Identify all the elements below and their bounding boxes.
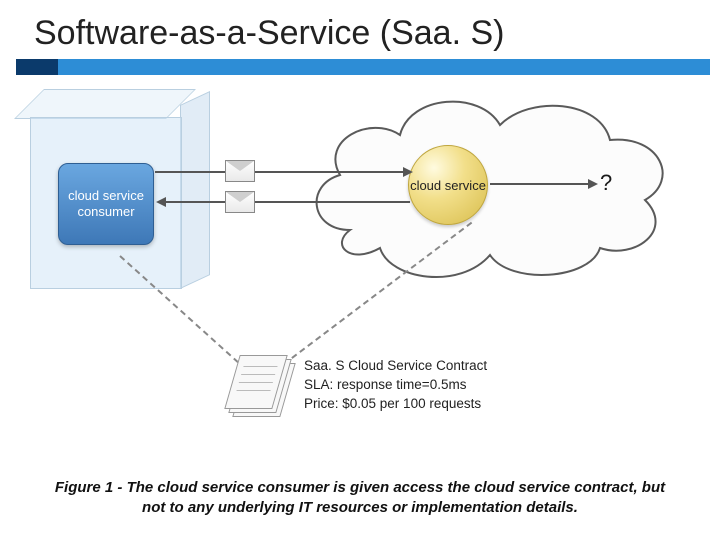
title-rule — [16, 59, 710, 75]
arrowhead-left-icon — [156, 197, 166, 207]
arrow-consumer-to-service — [155, 171, 405, 173]
figure-caption: Figure 1 - The cloud service consumer is… — [0, 478, 720, 519]
envelope-icon — [225, 160, 255, 182]
contract-sla: SLA: response time=0.5ms — [304, 376, 487, 395]
service-label: cloud service — [410, 178, 486, 193]
contract-text-block: Saa. S Cloud Service Contract SLA: respo… — [304, 357, 487, 414]
cloud-outline-icon — [300, 80, 680, 290]
cloud-service-node: cloud service — [408, 145, 488, 225]
envelope-icon — [225, 191, 255, 213]
slide-title: Software-as-a-Service (Saa. S) — [0, 0, 720, 59]
diagram-stage: cloud service consumer cloud service ? S… — [0, 75, 720, 455]
consumer-label: cloud service consumer — [59, 188, 153, 219]
arrowhead-right-icon — [588, 179, 598, 189]
arrowhead-right-icon — [403, 167, 413, 177]
contract-title: Saa. S Cloud Service Contract — [304, 357, 487, 376]
contract-document-icon — [230, 355, 288, 413]
question-mark-icon: ? — [600, 170, 612, 196]
consumer-container-box: cloud service consumer — [30, 95, 210, 295]
arrow-service-to-consumer — [165, 201, 410, 203]
arrow-service-to-question — [490, 183, 590, 185]
contract-price: Price: $0.05 per 100 requests — [304, 395, 487, 414]
cloud-service-consumer-node: cloud service consumer — [58, 163, 154, 245]
